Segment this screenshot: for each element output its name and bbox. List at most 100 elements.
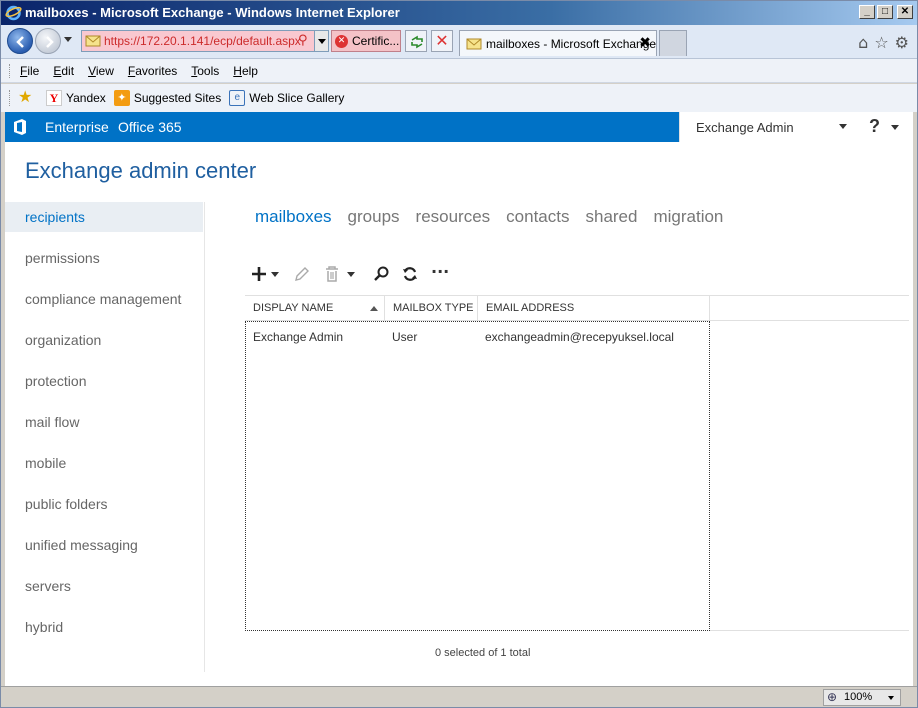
page-title: Exchange admin center [25,158,257,183]
favorite-web-slice-gallery[interactable]: e Web Slice Gallery [229,90,344,106]
grid-body: Exchange Admin User exchangeadmin@recepy… [245,321,710,631]
cell-display-name: Exchange Admin [253,330,344,344]
office365-link[interactable]: Office 365 [118,119,182,135]
menu-view[interactable]: View [88,64,114,78]
help-menu[interactable]: ? [859,112,913,142]
tab-resources[interactable]: resources [416,207,491,227]
nav-item-unified-messaging[interactable]: unified messaging [5,530,203,560]
column-display-name-label: DISPLAY NAME [253,302,334,314]
search-icon [374,266,389,281]
mailbox-grid: DISPLAY NAME MAILBOX TYPE EMAIL ADDRESS … [245,295,909,631]
column-mailbox-type[interactable]: MAILBOX TYPE [385,296,478,321]
favorite-suggested-label: Suggested Sites [133,91,222,105]
menu-edit[interactable]: Edit [53,64,74,78]
close-button[interactable]: ✕ [897,5,913,19]
nav-item-mobile[interactable]: mobile [5,448,203,478]
favorites-center-button[interactable]: ★ [18,90,38,106]
nav-item-hybrid[interactable]: hybrid [5,612,203,642]
site-mail-icon [85,35,101,47]
forward-button[interactable] [35,28,61,54]
navigation-bar: https://172.20.1.141/ecp/default.aspx ⚲ … [1,25,917,59]
browser-command-icons: ⌂ ☆ ⚙ [858,33,909,52]
column-display-name[interactable]: DISPLAY NAME [245,296,385,321]
column-email-address[interactable]: EMAIL ADDRESS [478,296,710,321]
trash-icon [326,266,338,282]
back-arrow-icon [16,36,24,48]
cell-mailbox-type: User [392,330,418,344]
tools-gear-icon[interactable]: ⚙ [895,33,909,52]
nav-item-public-folders[interactable]: public folders [5,489,203,519]
menu-grip [9,63,12,78]
office-logo-icon[interactable] [13,119,27,135]
pencil-icon [295,267,309,281]
window-title: mailboxes - Microsoft Exchange - Windows… [25,5,400,20]
tab-migration[interactable]: migration [653,207,723,227]
nav-item-permissions[interactable]: permissions [5,243,203,273]
favorites-star-icon[interactable]: ☆ [874,33,888,52]
minimize-button[interactable]: _ [859,5,875,19]
tab-shared[interactable]: shared [585,207,637,227]
certificate-error-button[interactable]: ✕ Certific... [331,30,401,52]
web-slice-icon: e [229,90,246,106]
suite-bar: Enterprise Office 365 Exchange Admin ? [5,112,913,142]
zoom-control[interactable]: ⊕ 100% [823,689,901,706]
maximize-button[interactable]: □ [877,5,893,19]
back-button[interactable] [7,28,33,54]
tab-mailboxes[interactable]: mailboxes [255,207,332,227]
nav-item-servers[interactable]: servers [5,571,203,601]
add-button[interactable] [249,262,281,286]
home-icon[interactable]: ⌂ [858,33,868,52]
forward-arrow-icon [46,36,54,48]
zoom-level: 100% [844,691,873,703]
refresh-button[interactable] [401,262,419,286]
chevron-down-icon [839,124,847,129]
menu-help[interactable]: Help [233,64,258,78]
favorite-suggested-sites[interactable]: ✦ Suggested Sites [113,90,222,106]
status-bar: ⊕ 100% [1,686,917,707]
enterprise-link[interactable]: Enterprise [45,119,109,135]
tab-close-icon[interactable]: ✖ [639,35,651,51]
grid-detail-area [710,321,909,631]
tab-contacts[interactable]: contacts [506,207,569,227]
user-menu[interactable]: Exchange Admin [679,112,859,142]
nav-item-mail-flow[interactable]: mail flow [5,407,203,437]
nav-item-recipients[interactable]: recipients [5,202,203,232]
nav-item-organization[interactable]: organization [5,325,203,355]
refresh-button[interactable] [405,30,427,52]
yandex-icon: Y [46,90,62,106]
table-row[interactable]: Exchange Admin User exchangeadmin@recepy… [246,330,709,348]
search-button[interactable] [373,262,391,286]
favorites-bar: ★ Y Yandex ✦ Suggested Sites e Web Slice… [1,84,917,112]
stop-button[interactable]: ✕ [431,30,453,52]
browser-tab[interactable]: mailboxes - Microsoft Exchange ✖ [459,30,657,56]
zoom-icon: ⊕ [827,690,838,704]
grid-toolbar: ··· [249,262,469,286]
menu-favorites[interactable]: Favorites [128,64,177,78]
favorite-web-slice-label: Web Slice Gallery [249,91,345,105]
new-tab-button[interactable] [659,30,687,56]
certificate-label: Certific... [352,34,400,48]
recipient-tabs: mailboxes groups resources contacts shar… [255,207,723,227]
chevron-down-icon [891,125,899,130]
grid-selection-status: 0 selected of 1 total [435,647,531,659]
favorites-grip [9,90,12,106]
more-options-button[interactable]: ··· [431,262,451,286]
favorite-yandex[interactable]: Y Yandex [46,90,106,106]
nav-item-compliance-management[interactable]: compliance management [5,284,203,314]
history-dropdown[interactable] [64,37,72,42]
sort-ascending-icon [370,306,378,311]
menu-file[interactable]: File [20,64,39,78]
menu-tools[interactable]: Tools [191,64,219,78]
nav-item-protection[interactable]: protection [5,366,203,396]
refresh-icon [411,35,423,49]
edit-button[interactable] [293,262,313,286]
address-bar[interactable]: https://172.20.1.141/ecp/default.aspx ⚲ [81,30,329,52]
delete-button[interactable] [323,262,359,286]
tab-mail-icon [466,38,482,50]
tab-groups[interactable]: groups [348,207,400,227]
search-icon[interactable]: ⚲ [298,33,308,48]
help-icon: ? [869,116,880,136]
cell-email-address: exchangeadmin@recepyuksel.local [485,330,674,344]
page-content: Enterprise Office 365 Exchange Admin ? E… [5,112,913,686]
address-dropdown[interactable] [314,31,328,51]
